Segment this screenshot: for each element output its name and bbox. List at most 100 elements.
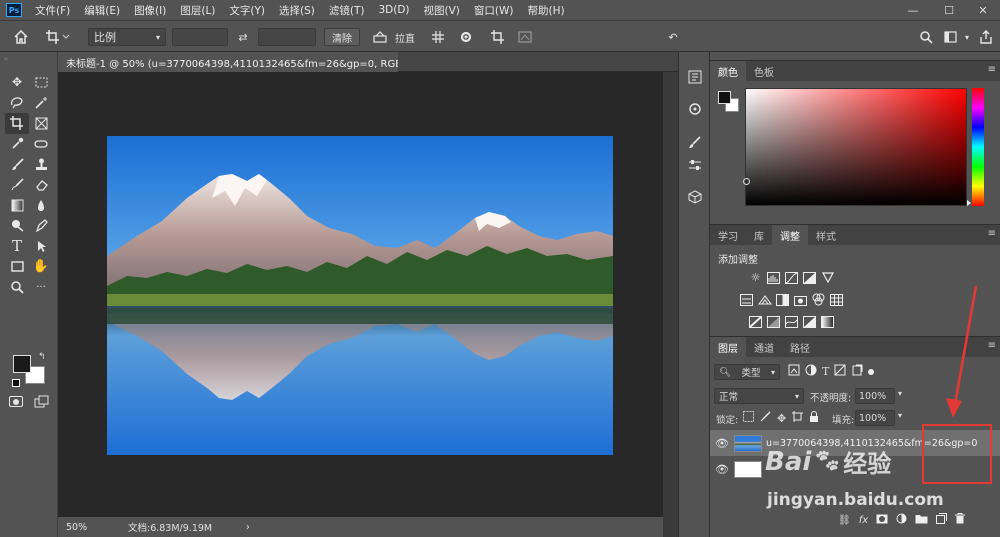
artboard-lock-icon[interactable] [792, 411, 804, 425]
eyedropper-tool-icon[interactable] [5, 134, 29, 155]
menu-file[interactable]: 文件(F) [28, 3, 77, 18]
content-aware-icon[interactable] [516, 28, 534, 46]
magic-wand-tool-icon[interactable] [29, 93, 53, 114]
fill-chevron-icon[interactable]: ▾ [898, 411, 902, 420]
link-icon[interactable]: ⛓︎ [838, 515, 851, 526]
opacity-input[interactable]: 100% [855, 388, 895, 404]
history-brush-tool-icon[interactable] [5, 175, 29, 196]
delete-cropped-pixels-icon[interactable] [490, 28, 508, 46]
swap-icon[interactable]: ⇄ [234, 28, 252, 46]
channel-mixer-icon[interactable] [810, 291, 827, 308]
healing-brush-tool-icon[interactable] [29, 134, 53, 155]
menu-view[interactable]: 视图(V) [417, 3, 467, 18]
selective-color-icon[interactable] [801, 313, 818, 330]
blur-tool-icon[interactable] [29, 195, 53, 216]
ratio-height-input[interactable] [258, 28, 316, 46]
gradient-tool-icon[interactable] [5, 195, 29, 216]
gear-icon[interactable] [458, 28, 474, 46]
properties-panel-icon[interactable] [679, 98, 711, 120]
move-tool-icon[interactable]: ✥ [5, 72, 29, 93]
quick-mask-icon[interactable] [9, 396, 23, 407]
brush-tool-icon[interactable] [5, 154, 29, 175]
tab-layers[interactable]: 图层 [710, 337, 746, 357]
hue-slider-handle[interactable] [967, 200, 971, 206]
close-button[interactable]: ✕ [968, 0, 998, 20]
lasso-tool-icon[interactable] [5, 93, 29, 114]
fill-input[interactable]: 100% [855, 410, 895, 426]
shape-filter-icon[interactable] [834, 364, 846, 379]
path-selection-tool-icon[interactable] [29, 236, 53, 257]
menu-layer[interactable]: 图层(L) [173, 3, 222, 18]
layer-filter-select[interactable]: 🔍︎ 类型 ▾ [714, 364, 780, 380]
eraser-tool-icon[interactable] [29, 175, 53, 196]
rectangle-tool-icon[interactable] [5, 257, 29, 278]
hue-slider[interactable] [967, 88, 984, 206]
search-icon[interactable] [918, 28, 934, 46]
document-tab[interactable]: 未标题-1 @ 50% (u=3770064398,4110132465&fm=… [58, 52, 398, 72]
menu-3d[interactable]: 3D(D) [371, 4, 416, 16]
menu-select[interactable]: 选择(S) [272, 3, 322, 18]
tab-library[interactable]: 库 [746, 225, 772, 245]
fx-icon[interactable]: fx [859, 515, 868, 526]
straighten-icon[interactable] [372, 28, 388, 46]
tab-paths[interactable]: 路径 [782, 337, 818, 357]
hand-tool-icon[interactable]: ✋ [29, 257, 53, 278]
dodge-tool-icon[interactable] [5, 216, 29, 237]
posterize-icon[interactable] [765, 313, 782, 330]
gradient-map-icon[interactable] [819, 313, 836, 330]
menu-help[interactable]: 帮助(H) [521, 3, 572, 18]
adjustment-filter-icon[interactable] [805, 364, 817, 379]
vibrance-icon[interactable] [819, 269, 836, 286]
vertical-scrollbar[interactable] [663, 72, 678, 537]
clear-button[interactable]: 清除 [324, 28, 360, 46]
brush-panel-icon[interactable] [679, 132, 711, 154]
tab-swatches[interactable]: 色板 [746, 61, 782, 81]
menu-image[interactable]: 图像(I) [127, 3, 173, 18]
zoom-level[interactable]: 50% [66, 522, 116, 533]
type-filter-icon[interactable]: T [822, 365, 829, 378]
trash-icon[interactable] [955, 513, 966, 527]
pixel-filter-icon[interactable] [788, 364, 800, 379]
panel-menu-icon[interactable]: ≡ [988, 64, 996, 75]
tab-adjustments[interactable]: 调整 [772, 225, 808, 245]
ratio-select[interactable]: 比例 ▾ [88, 28, 166, 46]
zoom-tool-icon[interactable] [5, 277, 29, 298]
tab-channels[interactable]: 通道 [746, 337, 782, 357]
crop-tool-icon[interactable] [5, 113, 29, 134]
lock-pixels-icon[interactable] [760, 411, 771, 425]
home-icon[interactable] [12, 28, 30, 46]
smart-object-filter-icon[interactable] [851, 364, 863, 379]
adjustment-icon[interactable] [896, 513, 907, 527]
panel-menu-icon[interactable]: ≡ [988, 228, 996, 239]
new-layer-icon[interactable] [936, 513, 948, 527]
history-panel-icon[interactable] [679, 66, 711, 88]
3d-panel-icon[interactable] [679, 186, 711, 208]
swap-colors-icon[interactable]: ↰ [38, 352, 46, 362]
tab-styles[interactable]: 样式 [808, 225, 844, 245]
eye-icon[interactable]: 👁︎ [710, 437, 734, 450]
workspace-icon[interactable] [942, 28, 958, 46]
black-white-icon[interactable] [774, 291, 791, 308]
straighten-label[interactable]: 拉直 [393, 28, 417, 46]
color-lookup-icon[interactable] [828, 291, 845, 308]
brush-settings-icon[interactable] [679, 154, 711, 176]
frame-tool-icon[interactable] [29, 113, 53, 134]
screen-mode-icon[interactable] [34, 395, 49, 411]
menu-window[interactable]: 窗口(W) [467, 3, 521, 18]
lock-transparent-icon[interactable] [743, 411, 754, 425]
folder-icon[interactable] [915, 514, 928, 527]
workspace-chevron-icon[interactable]: ▾ [962, 28, 972, 46]
canvas-image[interactable] [107, 136, 613, 455]
default-colors-icon[interactable] [12, 379, 20, 387]
type-tool-icon[interactable]: T [5, 236, 29, 257]
marquee-tool-icon[interactable] [29, 72, 53, 93]
opacity-chevron-icon[interactable]: ▾ [898, 389, 902, 398]
levels-icon[interactable] [765, 269, 782, 286]
pen-tool-icon[interactable] [29, 216, 53, 237]
toolbox-grip-icon[interactable]: » [4, 56, 54, 63]
stamp-tool-icon[interactable] [29, 154, 53, 175]
color-balance-icon[interactable] [756, 291, 773, 308]
reset-icon[interactable]: ↶ [664, 28, 682, 46]
minimize-button[interactable]: — [898, 0, 928, 20]
exposure-icon[interactable] [801, 269, 818, 286]
